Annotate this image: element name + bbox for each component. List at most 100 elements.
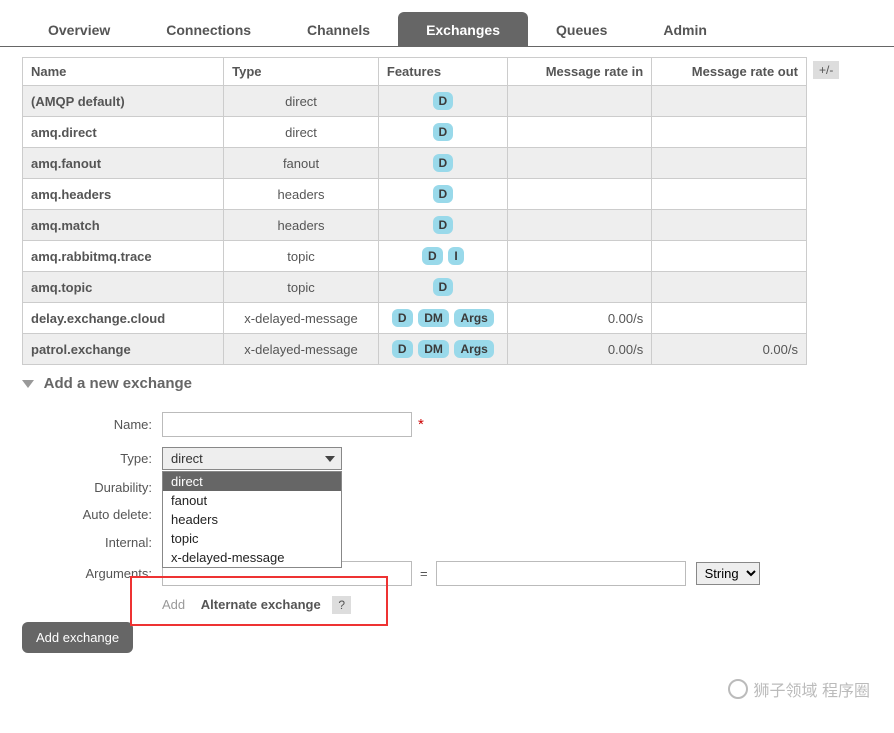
cell-name[interactable]: amq.headers <box>23 179 224 210</box>
cell-type: headers <box>224 210 379 241</box>
cell-name[interactable]: amq.fanout <box>23 148 224 179</box>
cell-type: headers <box>224 179 379 210</box>
feature-badge: DM <box>418 309 449 327</box>
cell-type: direct <box>224 117 379 148</box>
feature-badge: D <box>422 247 443 265</box>
table-row[interactable]: amq.headersheaders D <box>23 179 807 210</box>
cell-rate-in <box>507 117 651 148</box>
tab-channels[interactable]: Channels <box>279 12 398 46</box>
cell-name[interactable]: patrol.exchange <box>23 334 224 365</box>
feature-badge: Args <box>454 309 493 327</box>
tab-exchanges[interactable]: Exchanges <box>398 12 528 46</box>
col-name[interactable]: Name <box>23 58 224 86</box>
cell-name[interactable]: amq.topic <box>23 272 224 303</box>
label-type: Type: <box>22 451 162 466</box>
cell-type: topic <box>224 241 379 272</box>
columns-toggle[interactable]: +/- <box>813 61 839 79</box>
watermark: 狮子领域 程序圈 <box>728 677 870 701</box>
col-rate-out[interactable]: Message rate out <box>652 58 807 86</box>
name-input[interactable] <box>162 412 412 437</box>
feature-badge: D <box>392 309 413 327</box>
cell-features: D <box>378 179 507 210</box>
cell-name[interactable]: amq.match <box>23 210 224 241</box>
feature-badge: Args <box>454 340 493 358</box>
cell-features: D <box>378 148 507 179</box>
cell-features: D DM Args <box>378 334 507 365</box>
cell-rate-in <box>507 86 651 117</box>
tab-queues[interactable]: Queues <box>528 12 635 46</box>
table-row[interactable]: amq.rabbitmq.tracetopicD I <box>23 241 807 272</box>
label-auto-delete: Auto delete: <box>22 507 162 522</box>
col-rate-in[interactable]: Message rate in <box>507 58 651 86</box>
cell-features: D <box>378 272 507 303</box>
cell-rate-in <box>507 272 651 303</box>
cell-rate-out <box>652 303 807 334</box>
cell-rate-out <box>652 272 807 303</box>
required-mark: * <box>418 416 424 433</box>
feature-badge: D <box>433 185 454 203</box>
main-tabs: Overview Connections Channels Exchanges … <box>0 12 894 47</box>
label-arguments: Arguments: <box>22 566 162 581</box>
feature-badge: I <box>448 247 463 265</box>
argument-value-input[interactable] <box>436 561 686 586</box>
cell-name[interactable]: (AMQP default) <box>23 86 224 117</box>
cell-name[interactable]: delay.exchange.cloud <box>23 303 224 334</box>
table-row[interactable]: amq.fanoutfanout D <box>23 148 807 179</box>
table-row[interactable]: amq.topictopic D <box>23 272 807 303</box>
type-select[interactable]: direct directfanoutheaderstopicx-delayed… <box>162 447 342 470</box>
cell-name[interactable]: amq.direct <box>23 117 224 148</box>
label-internal: Internal: <box>22 535 162 550</box>
cell-type: x-delayed-message <box>224 303 379 334</box>
type-option[interactable]: direct <box>163 472 341 491</box>
argument-type-select[interactable]: String <box>696 562 760 585</box>
table-row[interactable]: patrol.exchangex-delayed-messageD DM Arg… <box>23 334 807 365</box>
type-dropdown: directfanoutheaderstopicx-delayed-messag… <box>162 471 342 568</box>
table-row[interactable]: delay.exchange.cloudx-delayed-message D D… <box>23 303 807 334</box>
cell-features: D <box>378 86 507 117</box>
type-select-value[interactable]: direct <box>162 447 342 470</box>
caret-down-icon <box>22 380 34 388</box>
feature-badge: D <box>433 154 454 172</box>
cell-type: x-delayed-message <box>224 334 379 365</box>
table-row[interactable]: (AMQP default)direct D <box>23 86 807 117</box>
feature-badge: D <box>392 340 413 358</box>
tab-connections[interactable]: Connections <box>138 12 279 46</box>
type-option[interactable]: fanout <box>163 491 341 510</box>
cell-type: fanout <box>224 148 379 179</box>
feature-badge: D <box>433 123 454 141</box>
cell-features: D <box>378 117 507 148</box>
table-row[interactable]: amq.matchheaders D <box>23 210 807 241</box>
cell-name[interactable]: amq.rabbitmq.trace <box>23 241 224 272</box>
col-features[interactable]: Features <box>378 58 507 86</box>
add-exchange-button[interactable]: Add exchange <box>22 622 133 653</box>
feature-badge: D <box>433 216 454 234</box>
col-type[interactable]: Type <box>224 58 379 86</box>
cell-type: direct <box>224 86 379 117</box>
label-durability: Durability: <box>22 480 162 495</box>
help-alternate-exchange[interactable]: ? <box>332 596 351 614</box>
feature-badge: DM <box>418 340 449 358</box>
cell-rate-in: 0.00/s <box>507 334 651 365</box>
cell-rate-in <box>507 148 651 179</box>
cell-rate-out <box>652 210 807 241</box>
cell-rate-in <box>507 179 651 210</box>
type-option[interactable]: topic <box>163 529 341 548</box>
tab-overview[interactable]: Overview <box>20 12 138 46</box>
type-option[interactable]: headers <box>163 510 341 529</box>
equals-sign: = <box>420 566 428 581</box>
add-argument-link[interactable]: Add <box>162 597 185 612</box>
label-name: Name: <box>22 417 162 432</box>
feature-badge: D <box>433 92 454 110</box>
alternate-exchange-link[interactable]: Alternate exchange <box>201 597 321 612</box>
cell-rate-out <box>652 86 807 117</box>
feature-badge: D <box>433 278 454 296</box>
type-option[interactable]: x-delayed-message <box>163 548 341 567</box>
table-row[interactable]: amq.directdirect D <box>23 117 807 148</box>
watermark-icon <box>728 679 748 699</box>
add-exchange-section[interactable]: Add a new exchange <box>22 365 872 392</box>
cell-rate-out: 0.00/s <box>652 334 807 365</box>
cell-features: D I <box>378 241 507 272</box>
exchanges-table: Name Type Features Message rate in Messa… <box>22 57 807 365</box>
cell-type: topic <box>224 272 379 303</box>
tab-admin[interactable]: Admin <box>635 12 735 46</box>
